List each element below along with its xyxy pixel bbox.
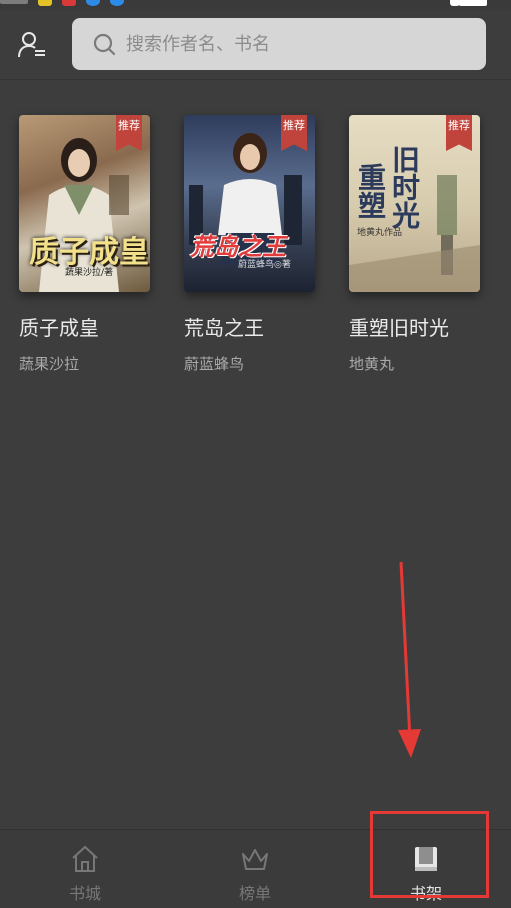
top-bar (0, 10, 511, 80)
nav-tab-label: 榜单 (238, 884, 271, 903)
book-cover[interactable]: 推荐 旧时光 重塑 地黄丸作品 (349, 115, 480, 292)
nav-tab-label: 书架 (409, 884, 442, 903)
book-author: 蔬果沙拉 (19, 355, 80, 373)
nav-tab-bookstore[interactable]: 书城 (0, 830, 170, 908)
book-item[interactable]: 推荐 质子成皇 蔬果沙拉/著 质子成皇 蔬果沙拉 (19, 115, 169, 374)
status-bar (0, 0, 511, 10)
book-item[interactable]: 推荐 荒岛之王 蔚蓝蜂鸟◎著 荒岛之王 蔚蓝蜂鸟 (184, 115, 334, 374)
cover-title-text: 旧时光 (388, 145, 421, 229)
notification-icon (110, 0, 124, 6)
bottom-navigation: 书城 榜单 书架 (0, 829, 511, 908)
book-title[interactable]: 质子成皇 (19, 312, 169, 341)
cover-author-text: 蔬果沙拉/著 (65, 268, 114, 278)
crown-icon (242, 849, 268, 870)
user-menu-icon (18, 32, 45, 58)
book-title[interactable]: 重塑旧时光 (349, 312, 499, 341)
bookshelf-grid: 推荐 质子成皇 蔬果沙拉/著 质子成皇 蔬果沙拉 推荐 荒岛之王 蔚蓝蜂鸟◎著 … (0, 81, 511, 829)
app-root: 推荐 质子成皇 蔬果沙拉/著 质子成皇 蔬果沙拉 推荐 荒岛之王 蔚 (0, 0, 511, 908)
book-title[interactable]: 荒岛之王 (184, 312, 334, 341)
nav-tab-bookshelf[interactable]: 书架 (341, 830, 511, 908)
notification-icon (62, 0, 76, 6)
status-time (0, 0, 28, 4)
notification-icon (86, 0, 100, 6)
cover-title-text: 重塑 (354, 163, 387, 219)
nav-tab-ranking[interactable]: 榜单 (170, 830, 340, 908)
user-menu-button[interactable] (14, 27, 50, 63)
book-author: 地黄丸 (349, 355, 395, 373)
nav-tab-label: 书城 (68, 884, 101, 903)
battery-icon (459, 0, 487, 6)
home-icon (72, 845, 98, 872)
cover-author-text: 地黄丸作品 (357, 228, 403, 238)
book-cover[interactable]: 推荐 荒岛之王 蔚蓝蜂鸟◎著 (184, 115, 315, 292)
search-icon (93, 33, 116, 56)
book-item[interactable]: 推荐 旧时光 重塑 地黄丸作品 重塑旧时光 地黄丸 (349, 115, 499, 374)
book-author: 蔚蓝蜂鸟 (184, 355, 245, 373)
search-input[interactable] (126, 18, 486, 70)
cover-author-text: 蔚蓝蜂鸟◎著 (238, 260, 291, 270)
notification-icon (38, 0, 52, 6)
book-cover[interactable]: 推荐 质子成皇 蔬果沙拉/著 (19, 115, 150, 292)
search-bar[interactable] (72, 18, 486, 70)
bookshelf-icon (415, 847, 437, 871)
